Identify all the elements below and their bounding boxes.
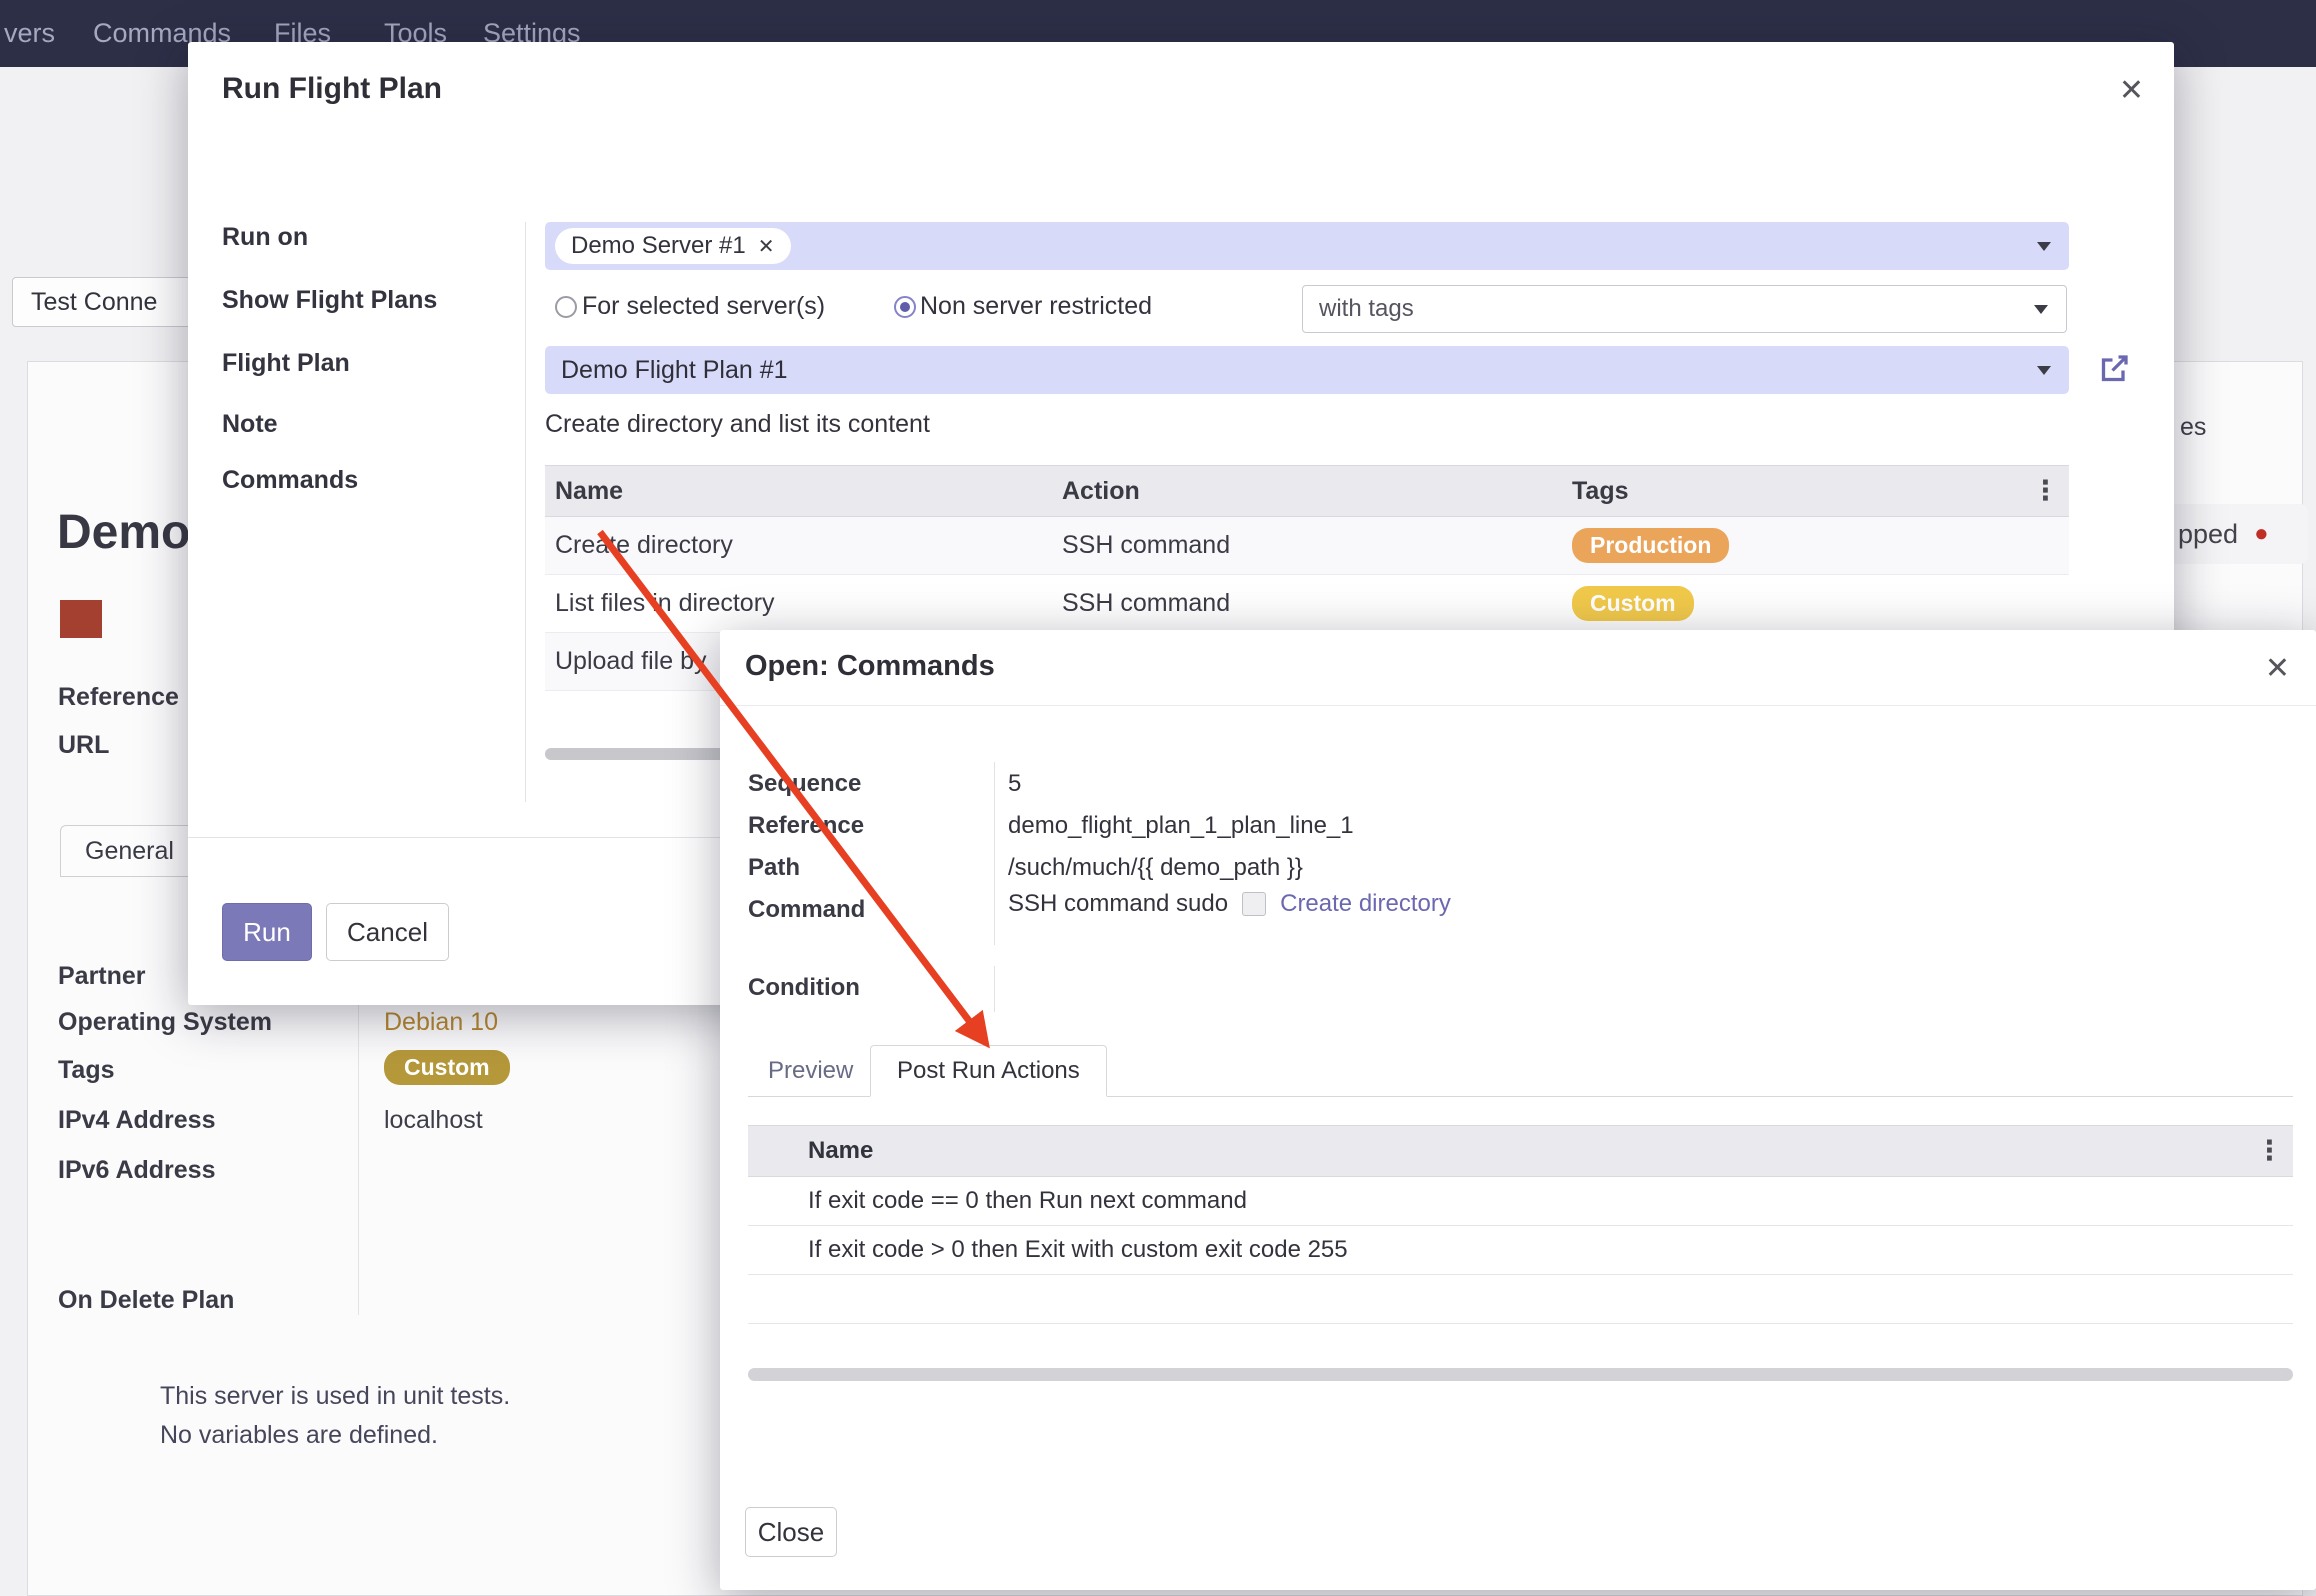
unit-test-note-line1: This server is used in unit tests.: [160, 1382, 510, 1411]
col-tags: Tags: [1572, 477, 2069, 506]
condition-label: Condition: [748, 974, 860, 1002]
screen: vers Commands Files Tools Settings Test …: [0, 0, 2316, 1596]
reference-value: demo_flight_plan_1_plan_line_1: [1008, 812, 1354, 840]
status-text: pped: [2178, 519, 2238, 550]
show-flight-plans-label: Show Flight Plans: [222, 286, 437, 315]
operating-system-value[interactable]: Debian 10: [384, 1008, 498, 1037]
cancel-button[interactable]: Cancel: [326, 903, 449, 961]
open-commands-title: Open: Commands: [745, 650, 995, 683]
run-on-label: Run on: [222, 223, 308, 252]
partner-label: Partner: [58, 962, 146, 991]
label-separator-line: [994, 762, 995, 945]
kebab-menu-icon[interactable]: ⋮: [2256, 1136, 2283, 1167]
with-tags-select[interactable]: with tags: [1302, 285, 2067, 333]
ipv6-label: IPv6 Address: [58, 1156, 215, 1185]
post-run-actions-table: Name ⋮ If exit code == 0 then Run next c…: [748, 1125, 2293, 1324]
with-tags-value: with tags: [1319, 295, 1414, 322]
status-dot-icon: ●: [2254, 522, 2269, 546]
server-color-swatch: [60, 600, 102, 638]
command-label: Command: [748, 896, 865, 924]
ipv4-label: IPv4 Address: [58, 1106, 215, 1135]
tags-label: Tags: [58, 1056, 115, 1085]
sequence-label: Sequence: [748, 770, 861, 798]
path-value: /such/much/{{ demo_path }}: [1008, 854, 1303, 882]
flight-plan-label: Flight Plan: [222, 349, 350, 378]
run-on-server-field[interactable]: Demo Server #1 ✕: [545, 222, 2069, 270]
cell-name: List files in directory: [545, 589, 1062, 618]
modal-header-divider: [720, 705, 2316, 706]
table-row-empty[interactable]: [748, 1275, 2293, 1324]
cell-name: If exit code > 0 then Exit with custom e…: [808, 1236, 1348, 1264]
radio-for-selected-servers[interactable]: [555, 296, 577, 318]
commands-modal-tabs: Preview Post Run Actions: [748, 1045, 2293, 1097]
chevron-down-icon[interactable]: [2037, 366, 2051, 375]
note-label: Note: [222, 410, 278, 439]
server-chip[interactable]: Demo Server #1 ✕: [555, 228, 791, 264]
command-value: SSH command sudo: [1008, 890, 1228, 918]
tag-badge: Production: [1572, 528, 1729, 563]
tab-preview[interactable]: Preview: [768, 1045, 853, 1097]
command-value-row: SSH command sudo Create directory: [1008, 890, 1451, 918]
kebab-menu-icon[interactable]: ⋮: [2032, 476, 2059, 507]
table-row[interactable]: If exit code == 0 then Run next command: [748, 1177, 2293, 1226]
col-name: Name: [808, 1137, 873, 1165]
close-button[interactable]: Close: [745, 1507, 837, 1557]
path-label: Path: [748, 854, 800, 882]
post-run-actions-header: Name ⋮: [748, 1125, 2293, 1177]
radio-for-selected-servers-label[interactable]: For selected server(s): [582, 292, 825, 321]
nav-item-servers[interactable]: vers: [4, 0, 55, 67]
close-icon[interactable]: ✕: [2265, 654, 2290, 684]
table-row[interactable]: If exit code > 0 then Exit with custom e…: [748, 1226, 2293, 1275]
flight-plan-note: Create directory and list its content: [545, 410, 930, 439]
col-name: Name: [545, 477, 1062, 506]
horizontal-scrollbar[interactable]: [748, 1368, 2293, 1381]
flight-plan-value: Demo Flight Plan #1: [561, 356, 788, 384]
radio-non-server-restricted-label[interactable]: Non server restricted: [920, 292, 1152, 321]
radio-non-server-restricted[interactable]: [894, 296, 916, 318]
label-separator-line: [525, 222, 526, 802]
label-separator-line: [994, 966, 995, 1012]
commands-label: Commands: [222, 466, 358, 495]
cell-name: Create directory: [545, 531, 1062, 560]
open-commands-modal: Open: Commands ✕ Sequence Reference Path…: [720, 630, 2316, 1590]
right-partial-text: es: [2180, 413, 2206, 442]
chevron-down-icon[interactable]: [2037, 242, 2051, 251]
operating-system-label: Operating System: [58, 1008, 272, 1037]
field-separator-line: [358, 958, 359, 1315]
sequence-value: 5: [1008, 770, 1021, 798]
server-tag-badge: Custom: [384, 1050, 510, 1085]
server-chip-label: Demo Server #1: [571, 232, 746, 260]
cell-action: SSH command: [1062, 531, 1572, 560]
table-row[interactable]: Create directory SSH command Production: [545, 517, 2069, 575]
create-directory-link[interactable]: Create directory: [1280, 890, 1451, 918]
flight-plan-select[interactable]: Demo Flight Plan #1: [545, 346, 2069, 394]
tab-general-label: General: [85, 837, 174, 866]
cell-name: If exit code == 0 then Run next command: [808, 1187, 1247, 1215]
external-link-icon[interactable]: [2096, 351, 2132, 387]
cell-action: SSH command: [1062, 589, 1572, 618]
test-connection-button[interactable]: Test Conne: [12, 277, 192, 327]
ipv4-value: localhost: [384, 1106, 483, 1135]
reference-label: Reference: [748, 812, 864, 840]
reference-label: Reference: [58, 683, 179, 712]
checkbox[interactable]: [1242, 892, 1266, 916]
chevron-down-icon[interactable]: [2034, 305, 2048, 314]
run-button[interactable]: Run: [222, 903, 312, 961]
tag-badge: Custom: [1572, 586, 1694, 621]
tab-post-run-actions[interactable]: Post Run Actions: [870, 1045, 1107, 1097]
unit-test-note-line2: No variables are defined.: [160, 1421, 438, 1450]
server-page-title: Demo: [57, 505, 190, 560]
col-action: Action: [1062, 477, 1572, 506]
chip-remove-icon[interactable]: ✕: [758, 234, 775, 259]
url-label: URL: [58, 731, 109, 760]
on-delete-plan-label: On Delete Plan: [58, 1286, 234, 1315]
table-row[interactable]: List files in directory SSH command Cust…: [545, 575, 2069, 633]
commands-table-header: Name Action Tags ⋮: [545, 465, 2069, 517]
run-flight-plan-title: Run Flight Plan: [222, 72, 442, 106]
close-icon[interactable]: ✕: [2119, 76, 2144, 106]
